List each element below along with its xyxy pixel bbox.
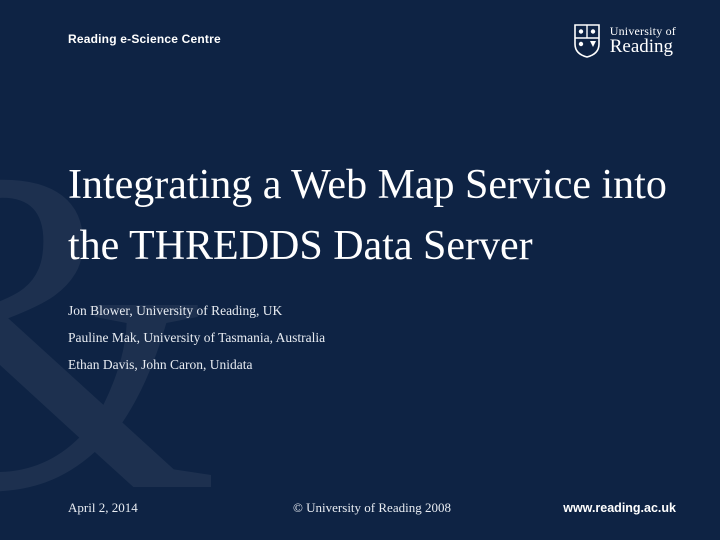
university-logo: University of Reading xyxy=(574,24,676,58)
slide-title: Integrating a Web Map Service into the T… xyxy=(68,155,680,277)
logo-line2: Reading xyxy=(610,37,676,57)
author-line: Pauline Mak, University of Tasmania, Aus… xyxy=(68,324,680,351)
footer-date: April 2, 2014 xyxy=(68,500,138,516)
centre-name: Reading e-Science Centre xyxy=(68,24,221,46)
footer-url: www.reading.ac.uk xyxy=(563,501,676,515)
shield-icon xyxy=(574,24,600,58)
slide-footer: April 2, 2014 © University of Reading 20… xyxy=(68,500,676,516)
slide-header: Reading e-Science Centre University of R… xyxy=(0,24,720,58)
author-line: Ethan Davis, John Caron, Unidata xyxy=(68,351,680,378)
logo-text: University of Reading xyxy=(610,25,676,58)
author-line: Jon Blower, University of Reading, UK xyxy=(68,297,680,324)
authors-list: Jon Blower, University of Reading, UK Pa… xyxy=(68,297,680,378)
title-block: Integrating a Web Map Service into the T… xyxy=(68,155,680,378)
footer-copyright: © University of Reading 2008 xyxy=(293,500,451,516)
